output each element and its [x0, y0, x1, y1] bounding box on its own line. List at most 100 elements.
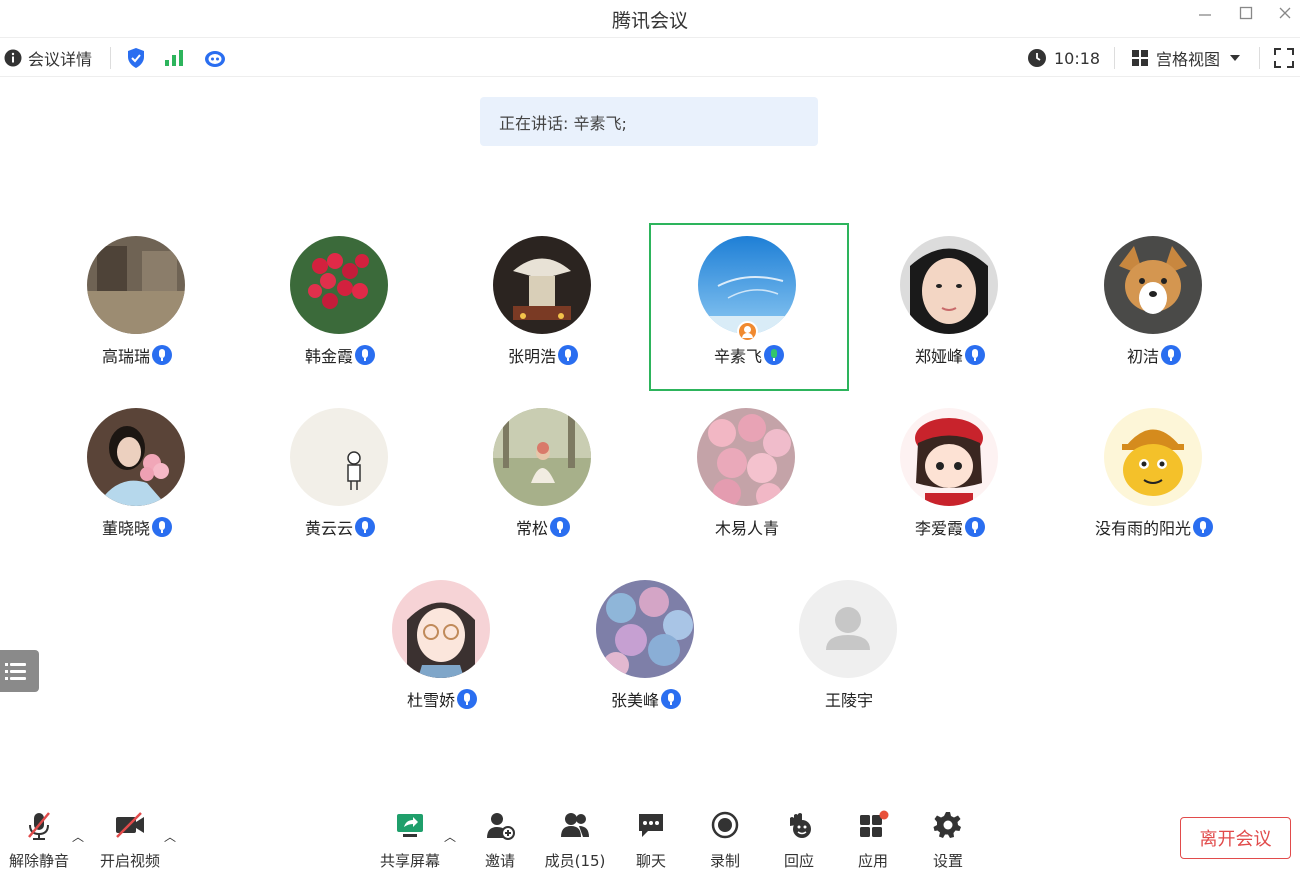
- meeting-time: 10:18: [1054, 48, 1101, 68]
- participant-tile[interactable]: 张明浩: [443, 223, 643, 391]
- fullscreen-icon: [1274, 48, 1294, 68]
- signal-bars-icon: [165, 50, 183, 66]
- mic-icon: [355, 517, 375, 537]
- meeting-details-button[interactable]: 会议详情: [4, 46, 92, 70]
- participant-name: 张美峰: [610, 691, 659, 710]
- audio-options-caret[interactable]: ︿: [72, 828, 84, 845]
- mic-icon: [457, 689, 477, 709]
- robot-assistant-icon: [205, 51, 225, 67]
- participant-tile[interactable]: 初洁: [1054, 223, 1254, 391]
- fullscreen-button[interactable]: [1273, 46, 1295, 70]
- participant-avatar: [392, 580, 490, 678]
- apps-grid-icon: [860, 810, 889, 837]
- mic-icon: [1193, 517, 1213, 537]
- participant-tile[interactable]: 董晓晓: [37, 395, 237, 563]
- add-person-icon: [487, 813, 515, 840]
- share-options-caret[interactable]: ︿: [444, 828, 456, 845]
- speaking-text: 正在讲话: 辛素飞;: [499, 113, 627, 133]
- shield-icon: [128, 48, 144, 68]
- minimize-button[interactable]: [1192, 4, 1218, 28]
- participant-tile[interactable]: 郑娅峰: [850, 223, 1050, 391]
- start-video-button[interactable]: 开启视频: [93, 808, 167, 870]
- participant-tile[interactable]: 李爱霞: [850, 395, 1050, 563]
- participant-avatar: [900, 408, 998, 506]
- close-icon: [1279, 7, 1291, 19]
- maximize-button[interactable]: [1233, 4, 1259, 28]
- participant-tile[interactable]: 王陵宇: [749, 567, 949, 735]
- close-button[interactable]: [1272, 4, 1298, 28]
- leave-meeting-label: 离开会议: [1199, 829, 1272, 850]
- caret-down-icon: [1230, 55, 1241, 61]
- participant-name: 王陵宇: [824, 691, 873, 710]
- participant-tile-active[interactable]: 辛素飞: [649, 223, 849, 391]
- security-button[interactable]: [126, 46, 146, 70]
- host-badge-icon: [737, 321, 758, 342]
- participant-name: 初洁: [1126, 347, 1159, 366]
- leave-meeting-button[interactable]: 离开会议: [1180, 817, 1291, 859]
- share-screen-button[interactable]: 共享屏幕: [373, 808, 447, 870]
- participant-tile[interactable]: 没有雨的阳光: [1054, 395, 1254, 563]
- mic-icon: [965, 345, 985, 365]
- divider: [1114, 47, 1115, 69]
- mic-icon: [1161, 345, 1181, 365]
- unmute-button[interactable]: 解除静音: [2, 808, 76, 870]
- title-bar: 腾讯会议: [0, 0, 1300, 36]
- meeting-window: 腾讯会议 会议详情 10:18 宫格视图 正在讲话: 辛素飞; 高瑞瑞 韩金霞 …: [0, 0, 1300, 875]
- participant-avatar: [900, 236, 998, 334]
- participant-name: 韩金霞: [304, 347, 353, 366]
- video-options-caret[interactable]: ︿: [164, 828, 176, 845]
- meeting-details-label: 会议详情: [28, 50, 93, 69]
- mic-icon: [661, 689, 681, 709]
- window-title: 腾讯会议: [611, 10, 688, 32]
- participant-name: 郑娅峰: [914, 347, 963, 366]
- settings-button[interactable]: 设置: [911, 808, 985, 870]
- default-avatar-icon: [799, 580, 897, 678]
- participant-name: 杜雪娇: [406, 691, 455, 710]
- participant-tile[interactable]: 黄云云: [240, 395, 440, 563]
- speaking-indicator: 正在讲话: 辛素飞;: [480, 97, 818, 146]
- bottom-control-bar: 解除静音 ︿ 开启视频 ︿ 共享屏幕 ︿ 邀请 成员(15) 聊天 录制 回应 …: [0, 800, 1300, 875]
- divider: [1259, 47, 1260, 69]
- participant-name: 木易人青: [714, 519, 779, 538]
- chat-icon: [639, 814, 663, 837]
- gear-icon: [933, 812, 961, 838]
- participant-avatar: [290, 408, 388, 506]
- view-mode-label: 宫格视图: [1156, 50, 1221, 69]
- participant-tile[interactable]: 常松: [443, 395, 643, 563]
- participant-tile[interactable]: 杜雪娇: [342, 567, 542, 735]
- participant-avatar: [697, 408, 795, 506]
- mic-icon: [152, 517, 172, 537]
- participant-name: 董晓晓: [101, 519, 150, 538]
- mic-icon: [152, 345, 172, 365]
- participant-list-toggle[interactable]: [0, 650, 39, 692]
- participant-tile[interactable]: 木易人青: [647, 395, 847, 563]
- record-icon: [711, 811, 739, 839]
- network-signal-button[interactable]: [163, 46, 185, 70]
- participant-tile[interactable]: 张美峰: [546, 567, 746, 735]
- participant-avatar: [87, 408, 185, 506]
- members-icon: [561, 813, 589, 837]
- start-video-label: 开启视频: [99, 852, 160, 870]
- assistant-button[interactable]: [203, 46, 227, 70]
- participant-tile[interactable]: 高瑞瑞: [37, 223, 237, 391]
- participant-name: 辛素飞: [713, 347, 762, 366]
- view-mode-dropdown[interactable]: 宫格视图: [1131, 46, 1242, 70]
- mic-icon: [550, 517, 570, 537]
- mic-muted-icon: [28, 812, 50, 840]
- participant-avatar: [290, 236, 388, 334]
- meeting-clock: 10:18: [1027, 46, 1100, 70]
- participant-avatar: [799, 580, 897, 678]
- participant-name: 高瑞瑞: [101, 347, 150, 366]
- participant-name: 张明浩: [507, 347, 556, 366]
- participant-tile[interactable]: 韩金霞: [240, 223, 440, 391]
- mic-speaking-icon: [764, 345, 784, 365]
- maximize-icon: [1239, 6, 1253, 20]
- mic-icon: [355, 345, 375, 365]
- participant-name: 黄云云: [304, 519, 353, 538]
- participant-avatar: [698, 236, 796, 334]
- divider: [110, 47, 111, 69]
- participant-name: 李爱霞: [914, 519, 963, 538]
- minimize-icon: [1199, 14, 1211, 16]
- participant-avatar: [1104, 236, 1202, 334]
- clock-icon: [1028, 49, 1046, 67]
